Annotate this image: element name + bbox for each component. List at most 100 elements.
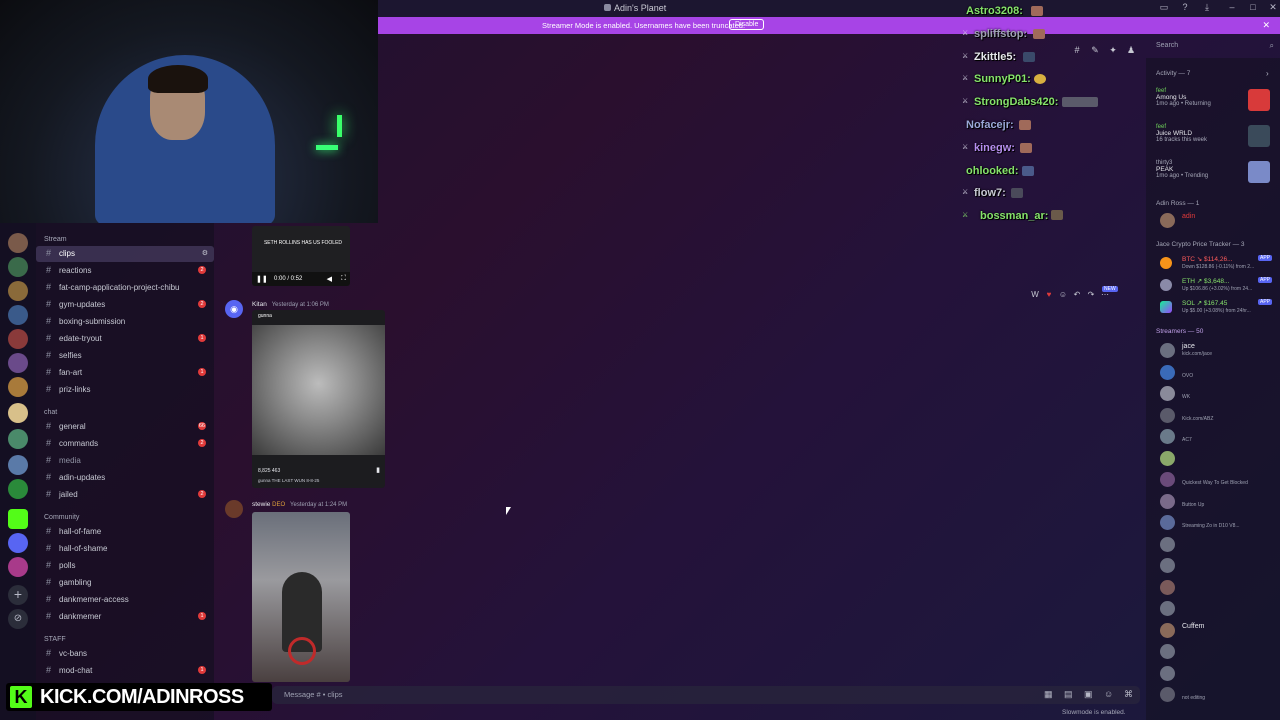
- album-tile[interactable]: [1248, 125, 1270, 147]
- add-reaction-icon[interactable]: ☺: [1056, 290, 1070, 299]
- server-icon[interactable]: [8, 479, 28, 499]
- download-icon[interactable]: ⤓: [1200, 2, 1214, 13]
- maximize-icon[interactable]: □: [1246, 2, 1260, 12]
- streamer-member-row[interactable]: not editing: [1160, 686, 1280, 704]
- channel-vc-bans[interactable]: # vc-bans: [36, 646, 214, 662]
- message-composer[interactable]: Message # • clips ▦ ▤ ▣ ☺ ⌘: [272, 686, 1140, 704]
- avatar[interactable]: [1160, 364, 1175, 380]
- avatar[interactable]: [1160, 429, 1175, 444]
- activity-header[interactable]: Activity — 7: [1156, 70, 1190, 77]
- pin-icon[interactable]: ✦: [1106, 45, 1120, 56]
- channel-adin-updates[interactable]: # adin-updates: [36, 470, 214, 486]
- channel-polls[interactable]: # polls: [36, 558, 214, 574]
- channel-hall-of-fame[interactable]: # hall-of-fame: [36, 524, 214, 540]
- streamer-member-row[interactable]: AC7: [1160, 428, 1280, 446]
- reply-icon[interactable]: ↶: [1070, 290, 1084, 299]
- channel-priz-links[interactable]: # priz-links: [36, 382, 214, 398]
- close-window-icon[interactable]: ✕: [1266, 2, 1280, 13]
- channel-reactions[interactable]: # reactions 2: [36, 263, 214, 279]
- bookmark-icon[interactable]: ▮: [376, 466, 380, 474]
- gif-icon[interactable]: ▤: [1064, 689, 1073, 700]
- channel-gym-updates[interactable]: # gym-updates 2: [36, 297, 214, 313]
- avatar[interactable]: [1160, 558, 1175, 573]
- instagram-embed[interactable]: gunna 8,825 463 gunna THE LAST WUN 8-8-2…: [252, 310, 385, 488]
- help-icon[interactable]: ?: [1178, 2, 1192, 12]
- channel-jailed[interactable]: # jailed 2: [36, 487, 214, 503]
- channel-boxing-submission[interactable]: # boxing-submission: [36, 314, 214, 330]
- video-embed[interactable]: [252, 512, 350, 682]
- game-tile[interactable]: [1248, 161, 1270, 183]
- server-icon[interactable]: [8, 305, 28, 325]
- server-icon[interactable]: [8, 353, 28, 373]
- avatar[interactable]: [1160, 450, 1175, 466]
- channel-hall-of-shame[interactable]: # hall-of-shame: [36, 541, 214, 557]
- add-server-icon[interactable]: +: [8, 585, 28, 605]
- channel-fat-camp[interactable]: # fat-camp-application-project-chibu: [36, 280, 214, 296]
- gift-icon[interactable]: ▦: [1044, 689, 1053, 700]
- channel-general[interactable]: # general 66: [36, 419, 214, 435]
- server-icon[interactable]: [8, 557, 28, 577]
- explore-icon[interactable]: ⊘: [8, 609, 28, 629]
- disable-streamer-mode-button[interactable]: Disable: [729, 19, 765, 30]
- avatar[interactable]: [1160, 493, 1175, 509]
- message-input[interactable]: Message # • clips: [284, 690, 342, 699]
- channel-media[interactable]: # media: [36, 453, 214, 469]
- avatar[interactable]: ◉: [225, 300, 243, 318]
- streamer-member-row[interactable]: [1160, 579, 1280, 597]
- streamer-member-row[interactable]: [1160, 557, 1280, 575]
- streamer-member-row[interactable]: [1160, 643, 1280, 661]
- settings-icon[interactable]: ⚙: [202, 249, 208, 257]
- server-icon[interactable]: [8, 329, 28, 349]
- kick-server-icon[interactable]: [8, 509, 28, 529]
- emoji-icon[interactable]: ☺: [1104, 689, 1113, 699]
- message-author[interactable]: Kitan: [252, 301, 267, 308]
- server-icon[interactable]: [8, 257, 28, 277]
- avatar[interactable]: [1160, 665, 1175, 681]
- avatar[interactable]: [1160, 472, 1175, 487]
- message-author[interactable]: stewie: [252, 501, 270, 508]
- game-tile[interactable]: [1248, 89, 1270, 111]
- avatar[interactable]: [1160, 343, 1175, 358]
- volume-icon[interactable]: ◀: [327, 275, 332, 283]
- streamer-member-row[interactable]: Button Up: [1160, 493, 1280, 511]
- streamer-member-row[interactable]: OVO: [1160, 364, 1280, 382]
- streamer-member-row[interactable]: WK: [1160, 385, 1280, 403]
- category-staff[interactable]: STAFF: [44, 636, 66, 643]
- streamer-member-row[interactable]: jace kick.com/jace: [1160, 342, 1280, 360]
- reaction-heart[interactable]: ♥: [1042, 290, 1056, 299]
- channel-clips[interactable]: # clips ⚙: [36, 246, 214, 262]
- video-embed[interactable]: SETH ROLLINS HAS US FOOLED ❚❚ 0:00 / 0:5…: [252, 226, 350, 286]
- channel-fan-art[interactable]: # fan-art 1: [36, 365, 214, 381]
- channel-edate-tryout[interactable]: # edate-tryout 1: [36, 331, 214, 347]
- channel-gambling[interactable]: # gambling: [36, 575, 214, 591]
- members-icon[interactable]: ♟: [1124, 45, 1138, 56]
- category-chat[interactable]: chat: [44, 409, 57, 416]
- chevron-right-icon[interactable]: ›: [1266, 69, 1269, 78]
- forward-icon[interactable]: ↷: [1084, 290, 1098, 299]
- server-icon[interactable]: [8, 281, 28, 301]
- channel-selfies[interactable]: # selfies: [36, 348, 214, 364]
- streamer-member-row[interactable]: [1160, 665, 1280, 683]
- streamer-member-row[interactable]: [1160, 450, 1280, 468]
- post-image[interactable]: [252, 325, 385, 455]
- category-community[interactable]: Community: [44, 514, 79, 521]
- minimize-icon[interactable]: –: [1225, 2, 1239, 12]
- avatar[interactable]: [1160, 536, 1175, 552]
- search-box[interactable]: Search ⌕: [1150, 40, 1278, 54]
- sticker-icon[interactable]: ▣: [1084, 689, 1093, 700]
- fullscreen-icon[interactable]: ⛶: [341, 275, 346, 283]
- channel-dankmemer-access[interactable]: # dankmemer-access: [36, 592, 214, 608]
- avatar[interactable]: [225, 500, 243, 518]
- avatar[interactable]: [1160, 579, 1175, 595]
- avatar[interactable]: [1160, 601, 1175, 616]
- streamer-member-row[interactable]: Quickest Way To Get Blocked: [1160, 471, 1280, 489]
- channel-commands[interactable]: # commands 2: [36, 436, 214, 452]
- streamer-member-row[interactable]: [1160, 536, 1280, 554]
- avatar[interactable]: [1160, 515, 1175, 530]
- channel-dankmemer[interactable]: # dankmemer 1: [36, 609, 214, 625]
- server-icon[interactable]: [8, 455, 28, 475]
- mute-icon[interactable]: ✎: [1088, 45, 1102, 56]
- avatar[interactable]: [1160, 687, 1175, 702]
- streamer-member-row[interactable]: Kick.com/ABZ: [1160, 407, 1280, 425]
- inbox-icon[interactable]: ▭: [1157, 2, 1171, 13]
